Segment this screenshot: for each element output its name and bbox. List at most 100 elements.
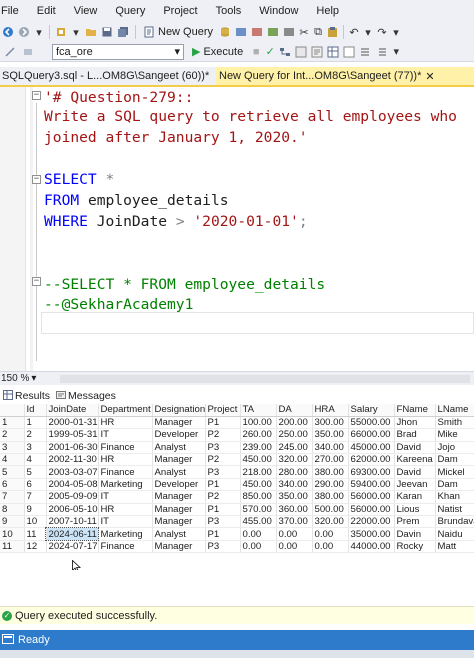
table-cell[interactable]: P1 bbox=[205, 478, 241, 492]
table-cell[interactable]: 2002-11-30 bbox=[46, 453, 99, 467]
row-number-cell[interactable]: 6 bbox=[0, 478, 25, 492]
table-cell[interactable]: 66000.00 bbox=[348, 428, 395, 442]
table-cell[interactable]: 450.00 bbox=[240, 453, 277, 467]
close-icon[interactable]: ✕ bbox=[425, 70, 434, 83]
display-estimated-plan-icon[interactable] bbox=[277, 43, 293, 61]
table-cell[interactable]: 11 bbox=[24, 527, 47, 541]
table-cell[interactable]: P3 bbox=[205, 540, 241, 554]
table-cell[interactable]: Jeevan bbox=[394, 478, 436, 492]
table-cell[interactable]: 6 bbox=[24, 478, 47, 492]
menu-help[interactable]: Help bbox=[307, 5, 348, 17]
table-cell[interactable]: Mike bbox=[435, 428, 474, 442]
table-row[interactable]: 9 10 2007-10-11 IT Manager P3 455.00 370.00 320.… bbox=[0, 515, 474, 529]
chevron-down-icon[interactable]: ▾ bbox=[32, 23, 46, 41]
table-cell[interactable]: 56000.00 bbox=[348, 490, 395, 504]
menu-view[interactable]: View bbox=[65, 5, 107, 17]
table-cell[interactable]: P2 bbox=[205, 428, 241, 442]
table-cell[interactable]: Finance bbox=[98, 465, 153, 479]
new-query-button[interactable]: New Query bbox=[139, 23, 217, 41]
column-header-ta[interactable]: TA bbox=[240, 404, 277, 417]
table-cell[interactable]: 340.00 bbox=[276, 478, 313, 492]
table-cell[interactable]: Marketing bbox=[98, 527, 153, 541]
table-cell[interactable]: Finance bbox=[98, 540, 153, 554]
table-cell[interactable]: 245.00 bbox=[276, 441, 313, 455]
table-cell[interactable]: 370.00 bbox=[276, 515, 313, 529]
collapse-icon[interactable]: − bbox=[32, 277, 41, 286]
table-row[interactable]: 7 7 2005-09-09 IT Manager P2 850.00 350.00 380.0… bbox=[0, 490, 474, 504]
table-cell[interactable]: 12 bbox=[24, 540, 47, 554]
table-cell[interactable]: 500.00 bbox=[312, 503, 349, 517]
connect-icon[interactable] bbox=[2, 43, 18, 61]
row-number-cell[interactable]: 10 bbox=[0, 527, 25, 541]
back-icon[interactable] bbox=[0, 23, 16, 41]
chevron-down-icon[interactable]: ▾ bbox=[69, 23, 83, 41]
table-cell[interactable]: 2005-09-09 bbox=[46, 490, 99, 504]
table-cell[interactable]: Manager bbox=[152, 453, 206, 467]
table-cell[interactable]: Dam bbox=[435, 478, 474, 492]
table-cell[interactable]: P3 bbox=[205, 441, 241, 455]
stop-icon[interactable]: ■ bbox=[249, 43, 263, 61]
row-number-cell[interactable]: 4 bbox=[0, 453, 25, 467]
chevron-down-icon[interactable]: ▾ bbox=[389, 23, 403, 41]
table-cell[interactable]: 5 bbox=[24, 465, 47, 479]
tab-sqlquery3[interactable]: SQLQuery3.sql - L...OM8G\Sangeet (60))* bbox=[0, 67, 210, 85]
row-number-cell[interactable]: 8 bbox=[0, 503, 25, 517]
table-cell[interactable]: 0.00 bbox=[240, 540, 277, 554]
table-cell[interactable]: 0.00 bbox=[312, 527, 349, 541]
table-cell[interactable]: P3 bbox=[205, 465, 241, 479]
table-cell[interactable]: Manager bbox=[152, 540, 206, 554]
table-cell[interactable]: 7 bbox=[24, 490, 47, 504]
table-row[interactable]: 10 11 2024-06-11 Marketing Analyst P1 0.00 0.00… bbox=[0, 526, 474, 542]
table-cell[interactable]: Jhon bbox=[394, 416, 436, 430]
table-cell[interactable]: P1 bbox=[205, 503, 241, 517]
table-cell[interactable]: Marketing bbox=[98, 478, 153, 492]
table-cell[interactable]: IT bbox=[98, 515, 153, 529]
table-cell[interactable]: 280.00 bbox=[276, 465, 313, 479]
table-cell[interactable]: 570.00 bbox=[240, 503, 277, 517]
row-number-cell[interactable]: 9 bbox=[0, 515, 25, 529]
table-cell[interactable]: 300.00 bbox=[312, 416, 349, 430]
table-cell[interactable]: Lious bbox=[394, 503, 436, 517]
collapse-icon[interactable]: − bbox=[32, 91, 41, 100]
table-cell[interactable]: Manager bbox=[152, 515, 206, 529]
tab-new-query[interactable]: New Query for Int...OM8G\Sangeet (77))* … bbox=[216, 67, 474, 85]
menu-query[interactable]: Query bbox=[106, 5, 154, 17]
table-cell[interactable]: Kareena bbox=[394, 453, 436, 467]
table-cell[interactable]: 2000-01-31 bbox=[46, 416, 99, 430]
table-cell[interactable]: 56000.00 bbox=[348, 503, 395, 517]
table-cell[interactable]: P2 bbox=[205, 490, 241, 504]
table-cell[interactable]: 4 bbox=[24, 453, 47, 467]
table-row[interactable]: 8 9 2006-05-10 HR Manager P1 570.00 360.00 500.0… bbox=[0, 503, 474, 517]
table-cell[interactable]: 10 bbox=[24, 515, 47, 529]
table-cell[interactable]: 0.00 bbox=[312, 540, 349, 554]
table-cell[interactable]: 69300.00 bbox=[348, 465, 395, 479]
column-header-id[interactable]: Id bbox=[24, 404, 47, 417]
execute-button[interactable]: ▶ Execute bbox=[192, 45, 243, 59]
table-cell[interactable]: Analyst bbox=[152, 465, 206, 479]
forward-icon[interactable] bbox=[16, 23, 32, 41]
table-cell[interactable]: 45000.00 bbox=[348, 441, 395, 455]
table-cell[interactable]: Finance bbox=[98, 441, 153, 455]
tab-results[interactable]: Results bbox=[0, 389, 54, 403]
table-cell[interactable]: 2001-06-30 bbox=[46, 441, 99, 455]
table-cell[interactable]: 380.00 bbox=[312, 490, 349, 504]
table-cell[interactable]: 2024-07-17 bbox=[46, 540, 99, 554]
row-number-cell[interactable]: 11 bbox=[0, 540, 25, 554]
table-cell[interactable]: IT bbox=[98, 428, 153, 442]
open-folder-icon[interactable] bbox=[83, 23, 99, 41]
table-cell[interactable]: 0.00 bbox=[276, 527, 313, 541]
table-cell[interactable]: Naidu bbox=[435, 527, 474, 541]
comment-lines-icon[interactable] bbox=[357, 43, 373, 61]
tab-messages[interactable]: Messages bbox=[53, 389, 119, 403]
table-row[interactable]: 6 6 2004-05-08 Marketing Developer P1 450.00 34… bbox=[0, 478, 474, 492]
table-cell[interactable]: Manager bbox=[152, 416, 206, 430]
table-cell[interactable]: 35000.00 bbox=[348, 527, 395, 541]
query-editor[interactable]: − − − '# Question-279:: Write a SQL quer… bbox=[0, 87, 474, 371]
table-cell[interactable]: 2007-10-11 bbox=[46, 515, 99, 529]
table-cell[interactable]: 59400.00 bbox=[348, 478, 395, 492]
table-cell[interactable]: 455.00 bbox=[240, 515, 277, 529]
table-cell[interactable]: 1999-05-31 bbox=[46, 428, 99, 442]
column-header-designation[interactable]: Designation bbox=[152, 404, 206, 417]
column-header-joindate[interactable]: JoinDate bbox=[46, 404, 99, 417]
table-cell[interactable]: P1 bbox=[205, 527, 241, 541]
